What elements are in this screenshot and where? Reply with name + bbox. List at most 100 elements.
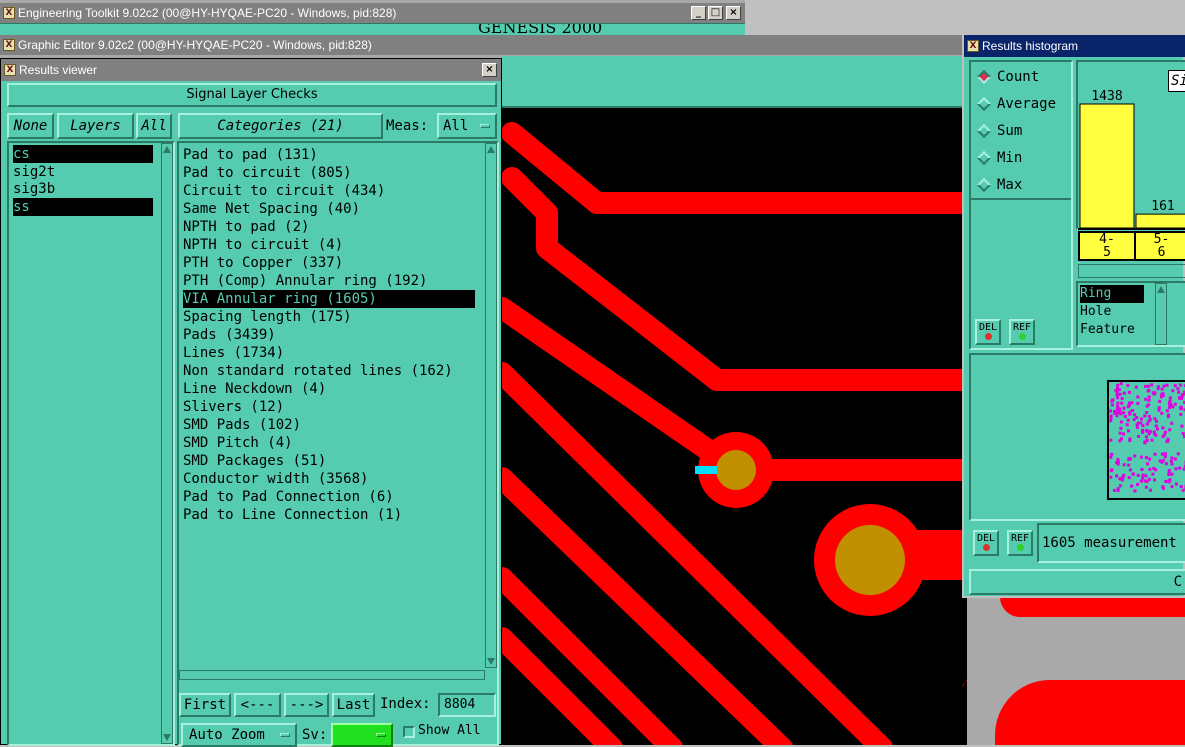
- map-point: [1118, 388, 1121, 391]
- del-button-label: DEL: [979, 322, 997, 333]
- category-item[interactable]: Line Neckdown (4): [183, 380, 475, 398]
- map-point: [1145, 411, 1148, 414]
- prev-button[interactable]: <---: [234, 693, 281, 717]
- scroll-up-icon[interactable]: [1157, 286, 1165, 293]
- measure-type-item[interactable]: Ring: [1080, 285, 1144, 303]
- none-button-label: None: [14, 118, 48, 134]
- close-icon[interactable]: ×: [482, 63, 497, 77]
- map-point: [1141, 429, 1144, 432]
- map-point: [1116, 402, 1119, 405]
- auto-zoom-dropdown[interactable]: Auto Zoom: [181, 723, 297, 747]
- map-point: [1153, 391, 1156, 394]
- all-button[interactable]: All: [136, 113, 172, 139]
- next-button[interactable]: --->: [284, 693, 329, 717]
- sv-color-dropdown[interactable]: [331, 723, 393, 747]
- scroll-down-icon[interactable]: [487, 658, 495, 665]
- category-item[interactable]: SMD Pitch (4): [183, 434, 475, 452]
- viewer-title: Results viewer: [19, 63, 97, 77]
- first-button-label: First: [184, 697, 226, 713]
- pcb-canvas[interactable]: [502, 108, 967, 745]
- category-item[interactable]: Non standard rotated lines (162): [183, 362, 475, 380]
- distribution-map[interactable]: [1107, 380, 1185, 500]
- category-item[interactable]: Pads (3439): [183, 326, 475, 344]
- none-button[interactable]: None: [7, 113, 54, 139]
- del-button[interactable]: DEL: [975, 319, 1001, 345]
- map-point: [1168, 428, 1171, 431]
- categories-scrollbar[interactable]: [485, 143, 497, 668]
- map-del-button[interactable]: DEL: [973, 530, 999, 556]
- category-item[interactable]: NPTH to circuit (4): [183, 236, 475, 254]
- map-point: [1175, 483, 1178, 486]
- first-button[interactable]: First: [179, 693, 231, 717]
- category-item[interactable]: Pad to pad (131): [183, 146, 475, 164]
- index-field[interactable]: 8804: [438, 693, 496, 717]
- map-del-label: DEL: [977, 533, 995, 544]
- map-point: [1136, 483, 1139, 486]
- map-point: [1151, 439, 1154, 442]
- histogram-titlebar[interactable]: X Results histogram: [964, 35, 1185, 57]
- show-all-checkbox[interactable]: [403, 726, 415, 738]
- radio-diamond-icon: [977, 151, 991, 165]
- measure-type-item[interactable]: Feature: [1080, 321, 1144, 339]
- map-point: [1168, 401, 1171, 404]
- category-item[interactable]: Circuit to circuit (434): [183, 182, 475, 200]
- layer-item[interactable]: sig2t: [13, 163, 153, 181]
- minimize-icon[interactable]: _: [691, 6, 706, 20]
- toolkit-titlebar[interactable]: X Engineering Toolkit 9.02c2 (00@HY-HYQA…: [0, 3, 745, 23]
- map-point: [1109, 439, 1112, 442]
- ref-button[interactable]: REF: [1009, 319, 1035, 345]
- ref-button-label: REF: [1013, 322, 1031, 333]
- map-point: [1174, 403, 1177, 406]
- scroll-down-icon[interactable]: [163, 734, 171, 741]
- map-point: [1162, 487, 1165, 490]
- measure-type-item[interactable]: Hole: [1080, 303, 1144, 321]
- map-point: [1174, 458, 1177, 461]
- viewer-header: Signal Layer Checks: [7, 83, 497, 107]
- category-item[interactable]: PTH (Comp) Annular ring (192): [183, 272, 475, 290]
- category-item[interactable]: Pad to Line Connection (1): [183, 506, 475, 524]
- category-item[interactable]: VIA Annular ring (1605): [183, 290, 475, 308]
- app-icon: X: [4, 64, 16, 76]
- category-item[interactable]: Lines (1734): [183, 344, 475, 362]
- category-item[interactable]: Spacing length (175): [183, 308, 475, 326]
- viewer-titlebar[interactable]: X Results viewer ×: [1, 59, 501, 81]
- category-item[interactable]: Pad to circuit (805): [183, 164, 475, 182]
- category-item[interactable]: PTH to Copper (337): [183, 254, 475, 272]
- histogram-hscrollbar[interactable]: [1078, 264, 1185, 278]
- category-item[interactable]: Same Net Spacing (40): [183, 200, 475, 218]
- category-item[interactable]: NPTH to pad (2): [183, 218, 475, 236]
- map-point: [1181, 393, 1184, 396]
- category-item[interactable]: Pad to Pad Connection (6): [183, 488, 475, 506]
- layer-item[interactable]: cs: [13, 145, 153, 163]
- map-point: [1169, 396, 1172, 399]
- layer-item[interactable]: ss: [13, 198, 153, 216]
- map-ref-button[interactable]: REF: [1007, 530, 1033, 556]
- layer-item[interactable]: sig3b: [13, 180, 153, 198]
- categories-list[interactable]: Pad to pad (131)Pad to circuit (805)Circ…: [177, 141, 499, 746]
- app-icon: X: [967, 40, 979, 52]
- category-item[interactable]: Conductor width (3568): [183, 470, 475, 488]
- tab-si[interactable]: Si: [1168, 70, 1185, 92]
- map-point: [1140, 480, 1143, 483]
- scroll-up-icon[interactable]: [163, 146, 171, 153]
- map-point: [1134, 489, 1137, 492]
- category-item[interactable]: Slivers (12): [183, 398, 475, 416]
- close-icon[interactable]: ×: [726, 6, 741, 20]
- scroll-up-icon[interactable]: [487, 146, 495, 153]
- last-button[interactable]: Last: [332, 693, 375, 717]
- map-point: [1127, 429, 1130, 432]
- measure-scrollbar[interactable]: [1155, 283, 1167, 345]
- categories-hscrollbar[interactable]: [179, 670, 485, 680]
- histogram-bar-5-6[interactable]: [1136, 214, 1185, 228]
- category-item[interactable]: SMD Packages (51): [183, 452, 475, 470]
- maximize-icon[interactable]: □: [708, 6, 723, 20]
- layers-list[interactable]: cssig2tsig3bss: [7, 141, 175, 746]
- layers-scrollbar[interactable]: [161, 143, 173, 744]
- category-item[interactable]: SMD Pads (102): [183, 416, 475, 434]
- close-button[interactable]: C: [969, 569, 1185, 595]
- map-point: [1166, 409, 1169, 412]
- map-point: [1170, 456, 1173, 459]
- histogram-bar-4-5[interactable]: [1080, 104, 1134, 228]
- measure-type-list[interactable]: RingHoleFeature: [1076, 281, 1185, 347]
- meas-dropdown[interactable]: All: [437, 113, 497, 139]
